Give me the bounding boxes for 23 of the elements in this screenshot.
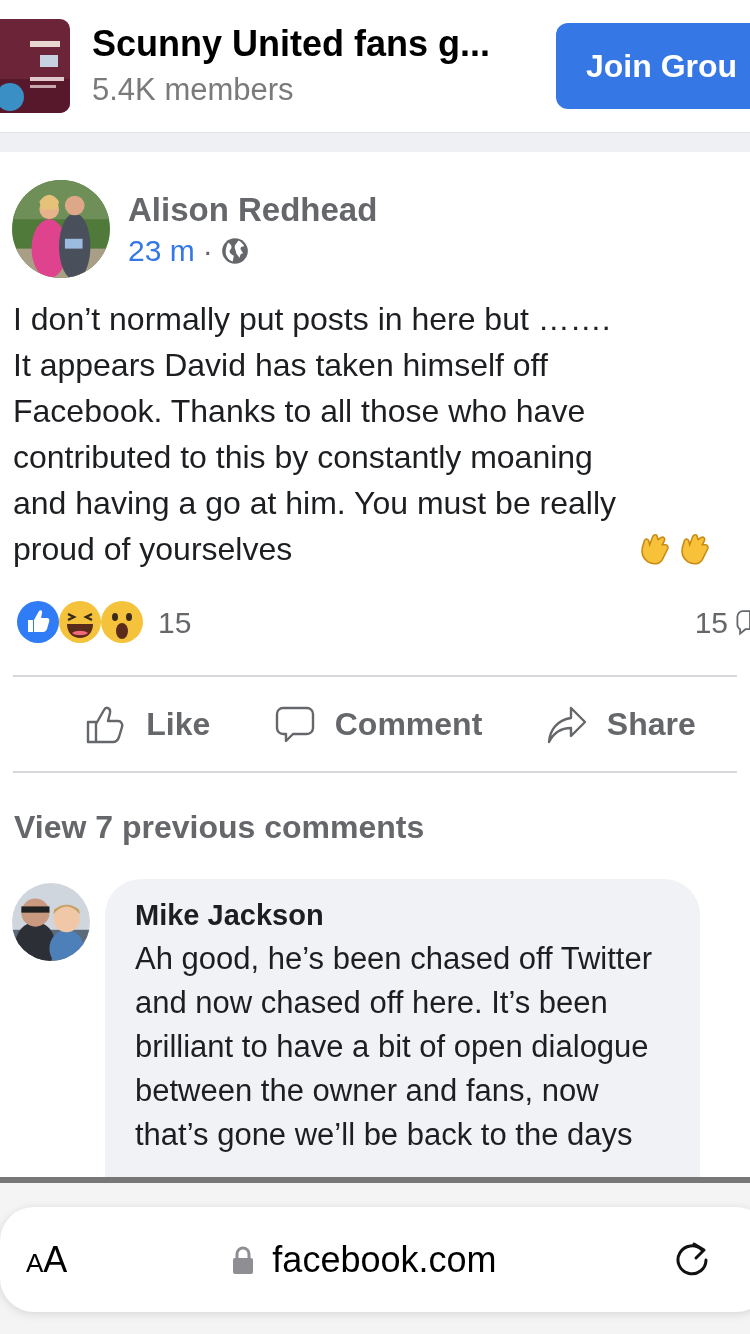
author-name[interactable]: Alison Redhead (128, 189, 378, 231)
comment-author[interactable]: Mike Jackson (135, 897, 670, 933)
like-button[interactable]: Like (84, 700, 211, 748)
post-time[interactable]: 23 m (128, 233, 195, 269)
join-group-button[interactable]: Join Grou (556, 23, 750, 109)
share-button[interactable]: Share (544, 700, 696, 748)
member-count: 5.4K members (92, 71, 295, 109)
text-size-button[interactable]: AA (26, 1241, 68, 1278)
laughing-emoji-icon (58, 600, 102, 645)
separator-dot: · (202, 233, 213, 269)
lock-icon (232, 1244, 255, 1275)
group-name[interactable]: Scunny United fans g... (92, 22, 536, 66)
url-text: facebook.com (272, 1237, 497, 1282)
like-reaction-icon (16, 600, 60, 645)
address-bar[interactable]: AA facebook.com (0, 1207, 750, 1312)
surprised-emoji-icon (100, 600, 144, 645)
comment-count[interactable]: 15 (694, 600, 728, 645)
comment-text: Ah good, he’s been chased off Twitter and now chased off here. It’s been brilliant to have a bit of open dialogue between the owner and fans, now that’s gone we’ll be back to the days (135, 940, 654, 1154)
reaction-count[interactable]: 15 (158, 600, 192, 645)
globe-icon (220, 237, 249, 265)
comment-button[interactable]: Comment (272, 700, 483, 748)
post-text: I don’t normally put posts in here but ……. It appears David has taken himself off Facebook. Thanks to all those who have contributed to this by constantly moaning and having a go at him. You must be really proud of yourselves (13, 300, 618, 569)
view-previous-comments-link[interactable]: View 7 previous comments (14, 803, 425, 851)
